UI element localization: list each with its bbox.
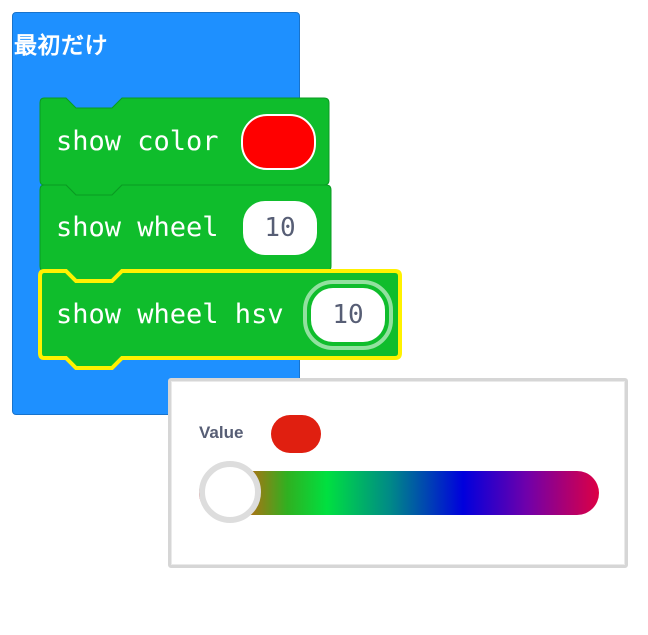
wheel-hsv-value-field[interactable]: 10 — [311, 288, 385, 342]
show-wheel-label: show wheel — [56, 212, 219, 243]
show-color-label: show color — [56, 126, 219, 157]
hue-slider-thumb[interactable] — [199, 461, 261, 523]
color-picker-popup: Value — [168, 378, 628, 568]
show-wheel-hsv-label: show wheel hsv — [56, 299, 284, 330]
value-label: Value — [199, 423, 244, 442]
color-preview-swatch — [271, 415, 321, 453]
color-value-field[interactable] — [241, 114, 316, 170]
wheel-value-field[interactable]: 10 — [243, 201, 317, 255]
